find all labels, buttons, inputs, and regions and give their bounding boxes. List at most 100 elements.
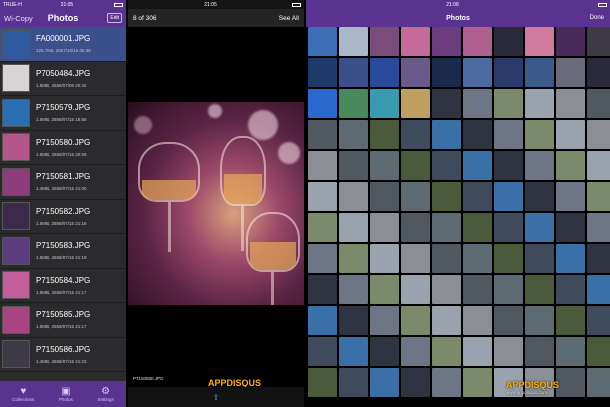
photo-thumbnail[interactable] — [432, 89, 461, 118]
photo-thumbnail[interactable] — [432, 337, 461, 366]
photo-thumbnail[interactable] — [432, 368, 461, 397]
photo-thumbnail[interactable] — [370, 244, 399, 273]
photo-thumbnail[interactable] — [525, 337, 554, 366]
file-list-item[interactable]: P7150580.JPG 1.5MB, 2558/07/15 20:59 — [0, 131, 126, 165]
photo-thumbnail[interactable] — [494, 244, 523, 273]
photo-thumbnail[interactable] — [432, 213, 461, 242]
photo-thumbnail[interactable] — [587, 213, 610, 242]
photo-thumbnail[interactable] — [556, 244, 585, 273]
photo-thumbnail[interactable] — [463, 244, 492, 273]
photo-thumbnail[interactable] — [432, 27, 461, 56]
file-list-item[interactable]: FA000001.JPG 125.7KB, 2557/10/15 06:36 — [0, 27, 126, 62]
photo-thumbnail[interactable] — [308, 58, 337, 87]
photo-thumbnail[interactable] — [339, 244, 368, 273]
photo-thumbnail[interactable] — [401, 89, 430, 118]
photo-thumbnail[interactable] — [494, 58, 523, 87]
photo-thumbnail[interactable] — [339, 89, 368, 118]
photo-thumbnail[interactable] — [556, 89, 585, 118]
photo-thumbnail[interactable] — [401, 337, 430, 366]
photo-thumbnail[interactable] — [587, 368, 610, 397]
photo-thumbnail[interactable] — [308, 120, 337, 149]
photo-thumbnail[interactable] — [339, 27, 368, 56]
photo-thumbnail[interactable] — [308, 27, 337, 56]
photo-thumbnail[interactable] — [556, 58, 585, 87]
photo-thumbnail[interactable] — [587, 89, 610, 118]
photo-thumbnail[interactable] — [432, 151, 461, 180]
photo-thumbnail[interactable] — [339, 368, 368, 397]
photo-thumbnail[interactable] — [432, 244, 461, 273]
photo-thumbnail[interactable] — [494, 27, 523, 56]
photo-thumbnail[interactable] — [401, 182, 430, 211]
photo-thumbnail[interactable] — [370, 306, 399, 335]
photo-thumbnail[interactable] — [401, 213, 430, 242]
photo-thumbnail[interactable] — [463, 368, 492, 397]
photo-thumbnail[interactable] — [463, 58, 492, 87]
photo-thumbnail[interactable] — [587, 275, 610, 304]
edit-button[interactable]: Edit — [107, 13, 122, 23]
photo-thumbnail[interactable] — [370, 120, 399, 149]
file-list-item[interactable]: P7150586.JPG 1.4MB, 2558/07/15 21:23 — [0, 338, 126, 372]
photo-thumbnail[interactable] — [494, 275, 523, 304]
photo-thumbnail[interactable] — [525, 182, 554, 211]
photo-thumbnail[interactable] — [370, 182, 399, 211]
photo-thumbnail[interactable] — [401, 27, 430, 56]
photo-thumbnail[interactable] — [308, 244, 337, 273]
photo-thumbnail[interactable] — [587, 151, 610, 180]
photo-thumbnail[interactable] — [401, 244, 430, 273]
photo-thumbnail[interactable] — [308, 275, 337, 304]
photo-thumbnail[interactable] — [370, 275, 399, 304]
photo-thumbnail[interactable] — [556, 120, 585, 149]
file-list-item[interactable]: P7050484.JPG 1.5MB, 2558/07/05 20:42 — [0, 62, 126, 96]
photo-thumbnail[interactable] — [401, 151, 430, 180]
done-button[interactable]: Done — [590, 15, 604, 21]
photo-thumbnail[interactable] — [587, 306, 610, 335]
photo-thumbnail[interactable] — [587, 58, 610, 87]
photo-thumbnail[interactable] — [556, 151, 585, 180]
photo-thumbnail[interactable] — [308, 89, 337, 118]
photo-thumbnail[interactable] — [494, 213, 523, 242]
photo-thumbnail[interactable] — [587, 182, 610, 211]
photo-thumbnail[interactable] — [525, 244, 554, 273]
photo-thumbnail[interactable] — [494, 306, 523, 335]
photo-thumbnail[interactable] — [432, 182, 461, 211]
file-list-item[interactable]: P7150579.JPG 1.5MB, 2558/07/15 18:58 — [0, 96, 126, 131]
photo-thumbnail[interactable] — [432, 306, 461, 335]
photo-thumbnail[interactable] — [525, 151, 554, 180]
file-list-item[interactable]: P7150585.JPG 1.5MB, 2558/07/15 21:17 — [0, 303, 126, 338]
photo-thumbnail[interactable] — [587, 120, 610, 149]
file-list-item[interactable]: P7150582.JPG 1.5MB, 2558/07/15 21:16 — [0, 200, 126, 234]
photo-thumbnail[interactable] — [525, 89, 554, 118]
photo-thumbnail[interactable] — [339, 58, 368, 87]
photo-thumbnail[interactable] — [556, 368, 585, 397]
photo-thumbnail[interactable] — [556, 27, 585, 56]
photo-thumbnail[interactable] — [401, 306, 430, 335]
photo-thumbnail[interactable] — [370, 368, 399, 397]
photo-thumbnail[interactable] — [463, 306, 492, 335]
photo-thumbnail[interactable] — [525, 27, 554, 56]
photo-thumbnail[interactable] — [308, 368, 337, 397]
photo-thumbnail[interactable] — [308, 182, 337, 211]
photo-thumbnail[interactable] — [494, 120, 523, 149]
photo-thumbnail[interactable] — [556, 275, 585, 304]
photo-thumbnail[interactable] — [494, 337, 523, 366]
tab-settings[interactable]: ⚙ Settings — [97, 386, 113, 402]
photo-thumbnail[interactable] — [401, 275, 430, 304]
photo-thumbnail[interactable] — [339, 275, 368, 304]
photo-thumbnail[interactable] — [308, 213, 337, 242]
share-icon[interactable]: ⇪ — [213, 393, 220, 402]
file-list-item[interactable]: P7150584.JPG 1.5MB, 2558/07/15 21:17 — [0, 269, 126, 303]
photo-thumbnail[interactable] — [556, 306, 585, 335]
photo-thumbnail[interactable] — [463, 151, 492, 180]
photo-thumbnail[interactable] — [339, 182, 368, 211]
photo-thumbnail[interactable] — [587, 337, 610, 366]
back-button[interactable]: Wi-Copy — [4, 14, 33, 23]
photo-thumbnail[interactable] — [525, 213, 554, 242]
photo-thumbnail[interactable] — [463, 182, 492, 211]
photo-thumbnail[interactable] — [339, 151, 368, 180]
photo-thumbnail[interactable] — [556, 213, 585, 242]
photo-thumbnail[interactable] — [339, 337, 368, 366]
photo-thumbnail[interactable] — [494, 89, 523, 118]
photo-thumbnail[interactable] — [494, 182, 523, 211]
tab-photos[interactable]: ▣ Photos — [59, 386, 73, 402]
photo-thumbnail[interactable] — [525, 58, 554, 87]
